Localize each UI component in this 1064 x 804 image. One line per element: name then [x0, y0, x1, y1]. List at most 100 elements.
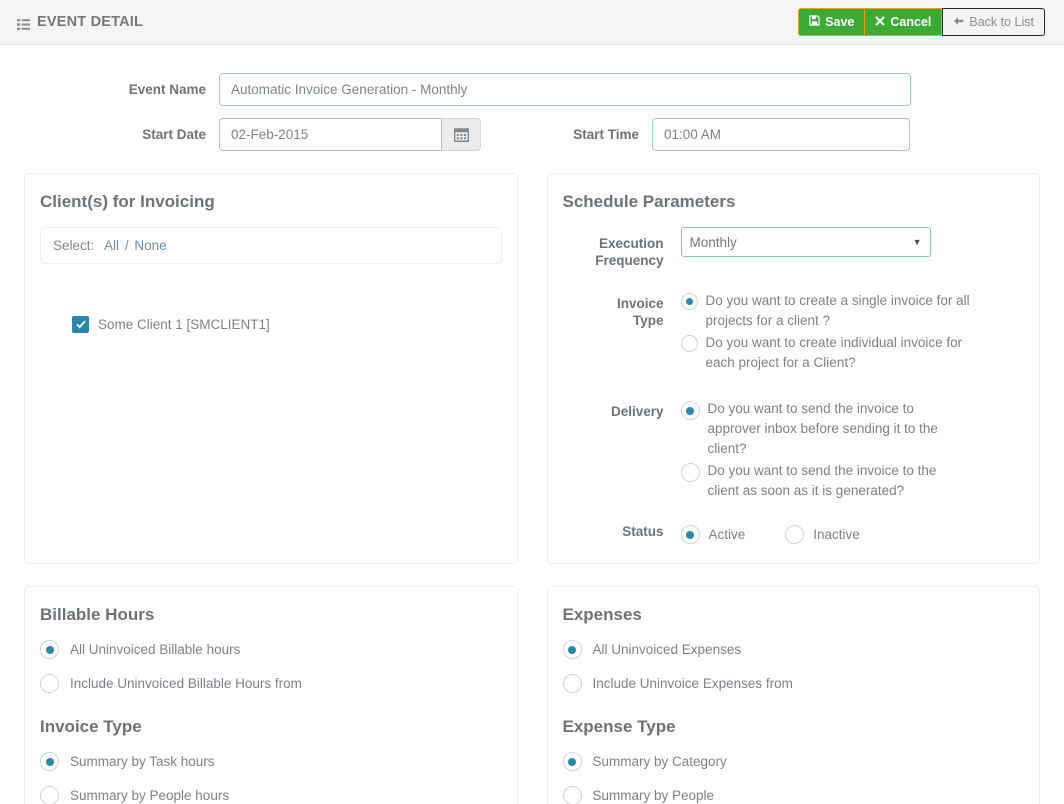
select-all-link[interactable]: All — [104, 238, 119, 253]
invoice-type-option[interactable]: Do you want to create individual invoice… — [680, 333, 981, 373]
start-time-input[interactable] — [652, 118, 910, 151]
list-icon — [17, 18, 30, 30]
status-option-active[interactable]: Active — [680, 525, 746, 544]
start-date-field-group — [219, 118, 481, 151]
invoice-type-label: Invoice Type — [563, 291, 681, 375]
calendar-icon[interactable] — [441, 118, 481, 151]
select-none-link[interactable]: None — [134, 238, 166, 253]
billable-hours-radio-all[interactable] — [40, 640, 59, 659]
arrow-left-icon — [953, 16, 964, 29]
invoice-type-radio-individual[interactable] — [680, 335, 698, 352]
expense-type-option[interactable]: Summary by Category — [562, 752, 1025, 771]
times-icon — [875, 15, 886, 29]
invoice-type-label-line2: Type — [632, 313, 664, 328]
invoice-type-row: Invoice Type Do you want to create a sin… — [563, 291, 1025, 375]
invoice-type-summary-option[interactable]: Summary by People hours — [40, 786, 502, 804]
back-to-list-button[interactable]: Back to List — [942, 8, 1045, 36]
expenses-panel: Expenses All Uninvoiced Expenses Include… — [546, 586, 1040, 804]
delivery-radio-direct[interactable] — [680, 463, 700, 482]
bottom-panels-row: Billable Hours All Uninvoiced Billable h… — [24, 586, 1040, 804]
execution-frequency-row: Execution Frequency Monthly ▼ — [563, 227, 1025, 269]
start-time-label: Start Time — [573, 127, 639, 142]
billable-hours-option-label: Include Uninvoiced Billable Hours from — [70, 676, 302, 691]
expenses-option[interactable]: All Uninvoiced Expenses — [562, 640, 1025, 659]
page-header-bar: EVENT DETAIL Save Cancel Back to List — [0, 0, 1064, 45]
client-checkbox[interactable] — [72, 316, 89, 333]
expenses-option-label: All Uninvoiced Expenses — [592, 642, 742, 657]
clients-panel-title: Client(s) for Invoicing — [40, 192, 215, 211]
delivery-row: Delivery Do you want to send the invoice… — [563, 399, 1025, 503]
select-separator: / — [124, 238, 129, 253]
invoice-type-radio-task-hours[interactable] — [40, 752, 59, 771]
expenses-radio-include[interactable] — [562, 674, 582, 693]
page-title-group: EVENT DETAIL — [17, 14, 143, 30]
schedule-panel-title: Schedule Parameters — [562, 192, 736, 211]
page-title: EVENT DETAIL — [37, 14, 144, 30]
billable-hours-radio-include[interactable] — [40, 674, 59, 693]
clients-for-invoicing-panel: Client(s) for Invoicing Select: All / No… — [24, 173, 518, 564]
status-option-label: Active — [708, 527, 746, 542]
expense-type-option[interactable]: Summary by People — [562, 786, 1025, 804]
select-label: Select: — [53, 238, 95, 253]
status-radio-active[interactable] — [680, 525, 700, 544]
client-list-item: Some Client 1 [SMCLIENT1] — [72, 316, 502, 333]
invoice-type-option-label: Do you want to create a single invoice f… — [705, 293, 970, 328]
status-row: Status Active Inactive — [563, 521, 1025, 544]
invoice-type-summary-label: Summary by Task hours — [70, 754, 215, 769]
expenses-option-label: Include Uninvoice Expenses from — [592, 676, 793, 691]
invoice-type-radio-people-hours[interactable] — [40, 786, 59, 804]
billable-hours-option[interactable]: Include Uninvoiced Billable Hours from — [40, 674, 502, 693]
status-radio-inactive[interactable] — [785, 525, 805, 544]
invoice-type-label-line1: Invoice — [616, 296, 664, 311]
execution-frequency-value: Monthly — [689, 234, 737, 250]
start-date-label: Start Date — [142, 127, 206, 142]
expenses-option[interactable]: Include Uninvoice Expenses from — [562, 674, 1025, 693]
execution-frequency-label-line1: Execution — [598, 236, 664, 251]
delivery-option[interactable]: Do you want to send the invoice to appro… — [680, 399, 971, 459]
expenses-title: Expenses — [562, 605, 642, 624]
billable-hours-panel: Billable Hours All Uninvoiced Billable h… — [24, 586, 518, 804]
expense-type-option-label: Summary by People — [592, 788, 715, 803]
cancel-button[interactable]: Cancel — [865, 8, 943, 36]
save-button-label: Save — [825, 14, 855, 29]
chevron-down-icon: ▼ — [912, 237, 922, 247]
expense-type-option-label: Summary by Category — [592, 754, 727, 769]
delivery-option-label: Do you want to send the invoice to the c… — [707, 463, 937, 498]
event-name-row: Event Name — [24, 73, 1040, 106]
invoice-type-section-title: Invoice Type — [40, 717, 142, 736]
delivery-option-label: Do you want to send the invoice to appro… — [707, 401, 938, 456]
execution-frequency-label: Execution Frequency — [563, 227, 681, 269]
delivery-radio-approver[interactable] — [680, 401, 700, 420]
execution-frequency-select[interactable]: Monthly ▼ — [680, 227, 931, 257]
billable-hours-title: Billable Hours — [40, 605, 155, 624]
floppy-disk-icon — [809, 15, 820, 29]
status-option-label: Inactive — [813, 527, 860, 542]
header-action-buttons: Save Cancel Back to List — [798, 8, 1045, 36]
event-name-label: Event Name — [128, 82, 206, 97]
save-button[interactable]: Save — [798, 8, 866, 36]
status-label: Status — [622, 524, 664, 539]
expense-type-radio-category[interactable] — [562, 752, 582, 771]
back-to-list-button-label: Back to List — [969, 14, 1034, 29]
page-content: Event Name Start Date Start Time — [0, 73, 1064, 804]
invoice-type-option[interactable]: Do you want to create a single invoice f… — [680, 291, 981, 331]
delivery-label: Delivery — [610, 404, 664, 419]
expense-type-radio-people[interactable] — [562, 786, 582, 804]
invoice-type-summary-label: Summary by People hours — [70, 788, 230, 803]
billable-hours-option-label: All Uninvoiced Billable hours — [70, 642, 241, 657]
invoice-type-summary-option[interactable]: Summary by Task hours — [40, 752, 502, 771]
invoice-type-radio-single[interactable] — [680, 293, 698, 310]
status-option-inactive[interactable]: Inactive — [785, 525, 860, 544]
client-label: Some Client 1 [SMCLIENT1] — [98, 317, 270, 332]
expenses-radio-all[interactable] — [562, 640, 582, 659]
schedule-parameters-panel: Schedule Parameters Execution Frequency … — [546, 173, 1040, 564]
event-name-input[interactable] — [219, 73, 911, 106]
start-date-time-row: Start Date Start Time — [24, 118, 1040, 151]
invoice-type-option-label: Do you want to create individual invoice… — [705, 335, 963, 370]
delivery-option[interactable]: Do you want to send the invoice to the c… — [680, 461, 971, 501]
cancel-button-label: Cancel — [890, 14, 932, 29]
expense-type-section-title: Expense Type — [562, 717, 676, 736]
billable-hours-option[interactable]: All Uninvoiced Billable hours — [40, 640, 502, 659]
top-panels-row: Client(s) for Invoicing Select: All / No… — [24, 173, 1040, 564]
start-date-input[interactable] — [219, 118, 441, 151]
